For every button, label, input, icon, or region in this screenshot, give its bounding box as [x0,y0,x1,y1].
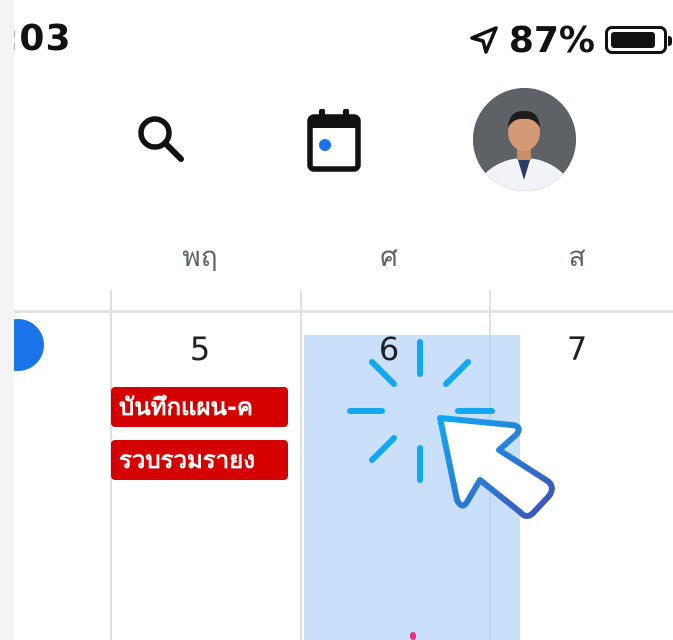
status-right-group: 87% [469,19,672,61]
today-indicator[interactable] [14,319,44,371]
search-icon [138,116,184,162]
status-time: :03 [14,18,72,59]
battery-fill [611,32,655,48]
day-header-sat: ส [568,240,586,273]
battery-icon [605,26,672,54]
day-header-fri: ศ [380,240,398,273]
pink-mark [410,632,416,640]
click-cursor-icon [347,339,555,519]
profile-avatar[interactable] [473,88,576,191]
search-button[interactable] [126,104,196,174]
avatar-photo [473,88,576,191]
date-thu[interactable]: 5 [150,330,250,368]
event-chip[interactable]: รวบรวมรายง [111,440,288,480]
day-header-thu: พฤ [182,240,218,273]
today-button[interactable] [296,102,372,178]
calendar-today-icon [307,109,361,172]
column-divider [300,290,302,640]
battery-percent: 87% [508,19,595,61]
day-header-wed: ​ [14,235,36,268]
header-divider [14,310,673,313]
location-arrow-icon [470,26,498,54]
calendar-screen: :03 87% [14,0,673,640]
event-chip[interactable]: บันทึกแผน-ค [111,387,288,427]
